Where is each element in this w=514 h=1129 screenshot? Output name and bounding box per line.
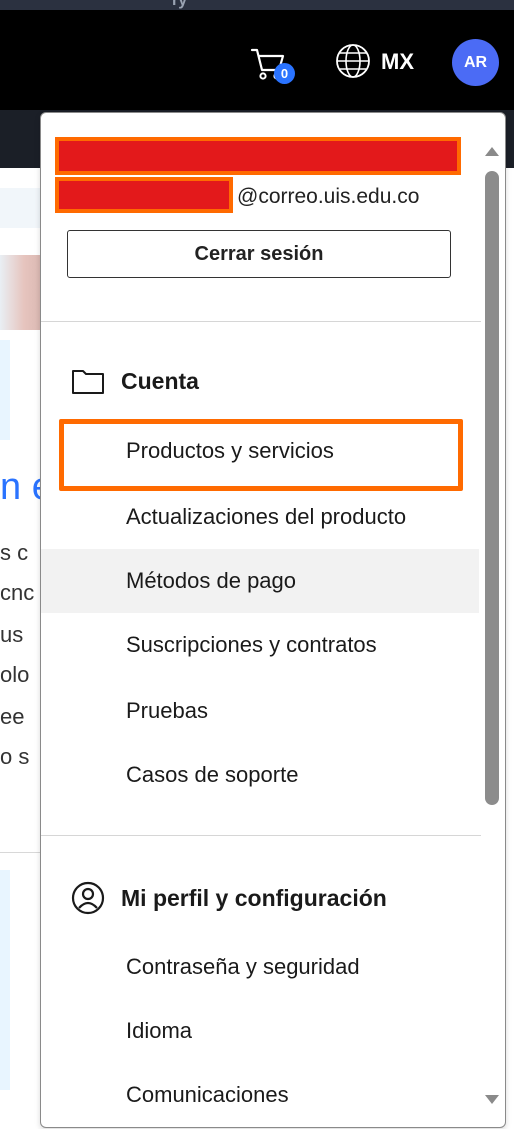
background-heading-text: n e xyxy=(0,466,40,508)
folder-icon xyxy=(72,370,104,394)
background-accent xyxy=(0,870,10,1090)
menu-item-product-updates[interactable]: Actualizaciones del producto xyxy=(41,485,479,549)
menu-item-subscriptions-contracts[interactable]: Suscripciones y contratos xyxy=(41,613,479,677)
section-title: Cuenta xyxy=(121,367,199,394)
top-strip: ry xyxy=(0,0,514,10)
background-banner-image xyxy=(0,255,40,330)
redacted-name xyxy=(55,137,461,175)
background-text-line: s c xyxy=(0,540,29,565)
background-text-line: ee xyxy=(0,704,25,729)
menu-item-language[interactable]: Idioma xyxy=(41,999,479,1063)
top-strip-text: ry xyxy=(172,0,188,9)
menu-divider xyxy=(41,321,481,322)
section-heading-account: Cuenta xyxy=(71,367,199,395)
account-dropdown-menu: @correo.uis.edu.co Cerrar sesión Cuenta … xyxy=(40,112,506,1128)
sign-out-button[interactable]: Cerrar sesión xyxy=(67,230,451,278)
user-avatar-button[interactable]: AR xyxy=(452,39,499,86)
section-heading-profile: Mi perfil y configuración xyxy=(71,881,387,915)
background-text-line: olo xyxy=(0,662,30,687)
menu-divider xyxy=(41,835,481,836)
globe-icon[interactable] xyxy=(334,42,372,80)
region-selector[interactable]: MX xyxy=(381,49,414,75)
background-band xyxy=(0,188,40,228)
menu-item-password-security[interactable]: Contraseña y seguridad xyxy=(41,935,479,999)
highlight-annotation xyxy=(59,419,463,491)
background-text-line: us xyxy=(0,622,24,647)
menu-item-trials[interactable]: Pruebas xyxy=(41,679,479,743)
scroll-down-arrow-icon[interactable] xyxy=(485,1095,499,1104)
cart-count-badge: 0 xyxy=(274,63,295,84)
background-divider xyxy=(0,852,40,853)
background-heading: n e xyxy=(0,466,40,509)
background-text-line: cnc xyxy=(0,580,35,605)
section-title: Mi perfil y configuración xyxy=(121,884,387,911)
menu-item-support-cases[interactable]: Casos de soporte xyxy=(41,743,479,807)
scrollbar-thumb[interactable] xyxy=(485,171,499,805)
scroll-up-arrow-icon[interactable] xyxy=(485,147,499,156)
email-domain: @correo.uis.edu.co xyxy=(237,185,420,208)
user-circle-icon xyxy=(71,881,105,915)
menu-item-payment-methods[interactable]: Métodos de pago xyxy=(41,549,479,613)
top-header: ry 0 MX AR xyxy=(0,0,514,110)
menu-item-communications[interactable]: Comunicaciones xyxy=(41,1063,479,1127)
background-text-line: o s xyxy=(0,744,30,769)
background-accent xyxy=(0,340,10,440)
redacted-email-user xyxy=(55,177,233,213)
